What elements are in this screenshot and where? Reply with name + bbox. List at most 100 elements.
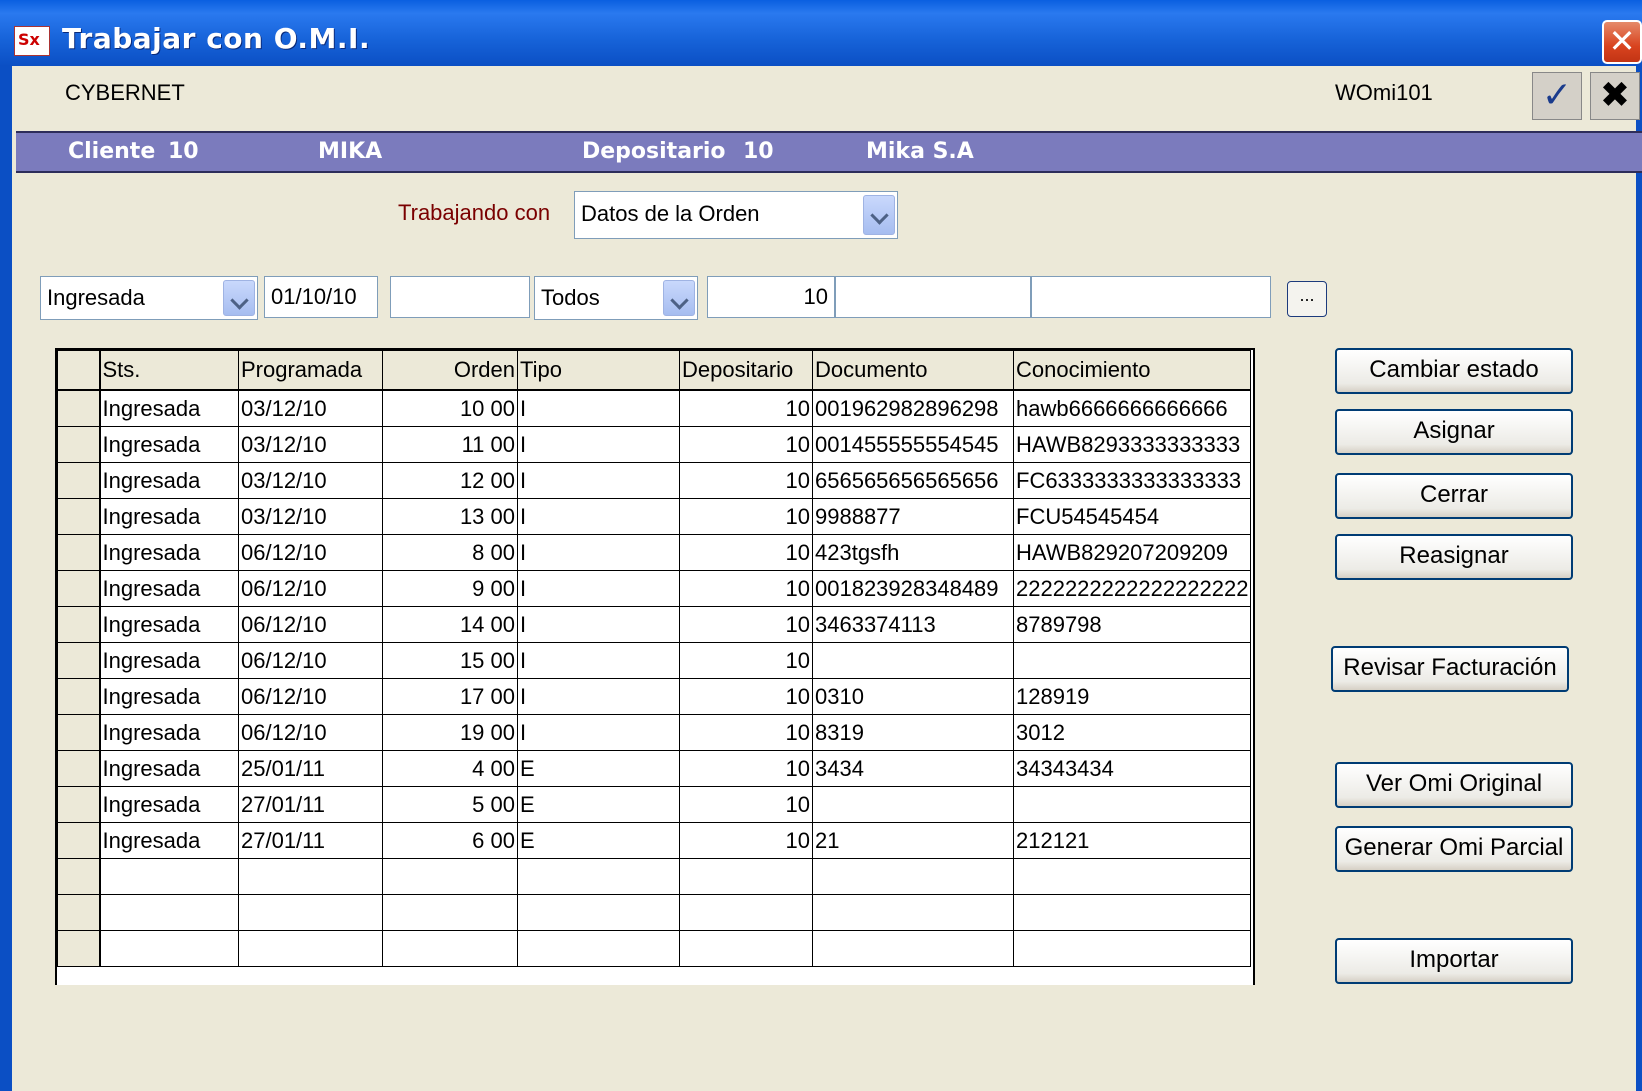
table-row[interactable]: Ingresada 06/12/10 19 00 I 10 8319 3012 [57,714,1252,751]
table-cell[interactable]: 001455555554545 [812,426,1014,463]
cerrar-button[interactable]: Cerrar [1335,473,1573,519]
table-cell[interactable] [812,858,1014,895]
chevron-down-icon[interactable] [863,195,895,235]
table-cell[interactable] [238,894,383,931]
table-cell[interactable]: 6 00 [382,822,518,859]
table-cell[interactable]: 14 00 [382,606,518,643]
table-cell[interactable]: 3012 [1012,714,1252,751]
table-cell[interactable]: I [517,534,680,571]
table-cell[interactable]: 4 00 [382,750,518,787]
table-cell[interactable]: Ingresada [99,498,239,535]
table-cell[interactable] [812,642,1014,679]
table-cell[interactable]: Ingresada [99,822,239,859]
table-cell[interactable]: I [517,498,680,535]
table-cell[interactable] [812,894,1014,931]
row-selector[interactable] [57,714,101,751]
row-selector[interactable] [57,606,101,643]
table-cell[interactable] [238,858,383,895]
table-cell[interactable]: 12 00 [382,462,518,499]
table-cell[interactable]: Ingresada [99,462,239,499]
table-cell[interactable] [517,894,680,931]
table-cell[interactable]: E [517,822,680,859]
table-cell[interactable]: 423tgsfh [812,534,1014,571]
table-cell[interactable]: I [517,426,680,463]
table-cell[interactable] [99,894,239,931]
table-cell[interactable]: 10 [679,426,813,463]
table-cell[interactable]: 19 00 [382,714,518,751]
table-cell[interactable]: 06/12/10 [238,714,383,751]
chevron-down-icon[interactable] [663,280,695,316]
table-cell[interactable]: 10 [679,642,813,679]
table-cell[interactable]: 2222222222222222222 [1012,570,1252,607]
table-cell[interactable] [517,858,680,895]
table-cell[interactable]: 06/12/10 [238,570,383,607]
table-cell[interactable] [1012,894,1252,931]
table-row[interactable] [57,894,1252,931]
column-header-sts[interactable]: Sts. [99,350,239,391]
table-row[interactable]: Ingresada 06/12/10 15 00 I 10 [57,642,1252,679]
table-cell[interactable]: 10 [679,498,813,535]
working-with-select[interactable]: Datos de la Orden [574,191,898,239]
table-cell[interactable]: 001962982896298 [812,389,1014,427]
table-cell[interactable]: 8789798 [1012,606,1252,643]
table-row[interactable]: Ingresada 06/12/10 17 00 I 10 0310 128919 [57,678,1252,715]
generar-omi-parcial-button[interactable]: Generar Omi Parcial [1335,826,1573,872]
row-selector[interactable] [57,462,101,499]
table-cell[interactable]: I [517,714,680,751]
table-cell[interactable]: 06/12/10 [238,642,383,679]
table-cell[interactable]: 10 00 [382,389,518,427]
table-cell[interactable] [238,930,383,967]
column-header-conocimiento[interactable]: Conocimiento [1012,350,1252,391]
table-cell[interactable]: 3434 [812,750,1014,787]
table-cell[interactable]: 06/12/10 [238,606,383,643]
table-row[interactable] [57,858,1252,895]
table-cell[interactable]: I [517,462,680,499]
table-row[interactable] [57,930,1252,967]
table-cell[interactable]: 25/01/11 [238,750,383,787]
cancel-button[interactable]: ✖ [1590,72,1640,120]
table-cell[interactable] [679,930,813,967]
row-selector[interactable] [57,750,101,787]
table-cell[interactable]: 212121 [1012,822,1252,859]
table-row[interactable]: Ingresada 03/12/10 12 00 I 10 656565656565656… [57,462,1252,499]
row-selector[interactable] [57,822,101,859]
column-header-tipo[interactable]: Tipo [517,350,680,391]
table-cell[interactable]: 27/01/11 [238,786,383,823]
table-cell[interactable]: HAWB8293333333333 [1012,426,1252,463]
table-cell[interactable] [1012,858,1252,895]
row-selector[interactable] [57,678,101,715]
status-filter-select[interactable]: Ingresada [40,276,258,320]
revisar-facturacion-button[interactable]: Revisar Facturación [1331,646,1569,692]
table-cell[interactable]: Ingresada [99,678,239,715]
column-header-programada[interactable]: Programada [238,350,383,391]
filter-input-7[interactable] [1031,276,1271,318]
column-header-depositario[interactable]: Depositario [679,350,813,391]
table-cell[interactable]: Ingresada [99,534,239,571]
table-cell[interactable]: I [517,570,680,607]
table-cell[interactable]: HAWB829207209209 [1012,534,1252,571]
table-cell[interactable] [1012,930,1252,967]
table-cell[interactable]: 15 00 [382,642,518,679]
table-cell[interactable]: I [517,642,680,679]
table-row[interactable]: Ingresada 27/01/11 6 00 E 10 21 212121 [57,822,1252,859]
table-cell[interactable]: Ingresada [99,750,239,787]
table-cell[interactable] [679,858,813,895]
table-cell[interactable]: 06/12/10 [238,678,383,715]
table-cell[interactable]: 10 [679,534,813,571]
lookup-button[interactable]: ... [1287,281,1327,317]
row-selector[interactable] [57,570,101,607]
table-cell[interactable]: Ingresada [99,714,239,751]
table-cell[interactable] [517,930,680,967]
table-cell[interactable]: FCU54545454 [1012,498,1252,535]
reasignar-button[interactable]: Reasignar [1335,534,1573,580]
table-row[interactable]: Ingresada 06/12/10 14 00 I 10 3463374113 87897… [57,606,1252,643]
table-cell[interactable] [382,894,518,931]
table-cell[interactable]: 03/12/10 [238,462,383,499]
table-cell[interactable]: I [517,678,680,715]
table-cell[interactable] [812,786,1014,823]
row-selector[interactable] [57,786,101,823]
table-cell[interactable]: 656565656565656 [812,462,1014,499]
table-cell[interactable]: E [517,786,680,823]
row-selector[interactable] [57,930,101,967]
table-cell[interactable]: 001823928348489 [812,570,1014,607]
